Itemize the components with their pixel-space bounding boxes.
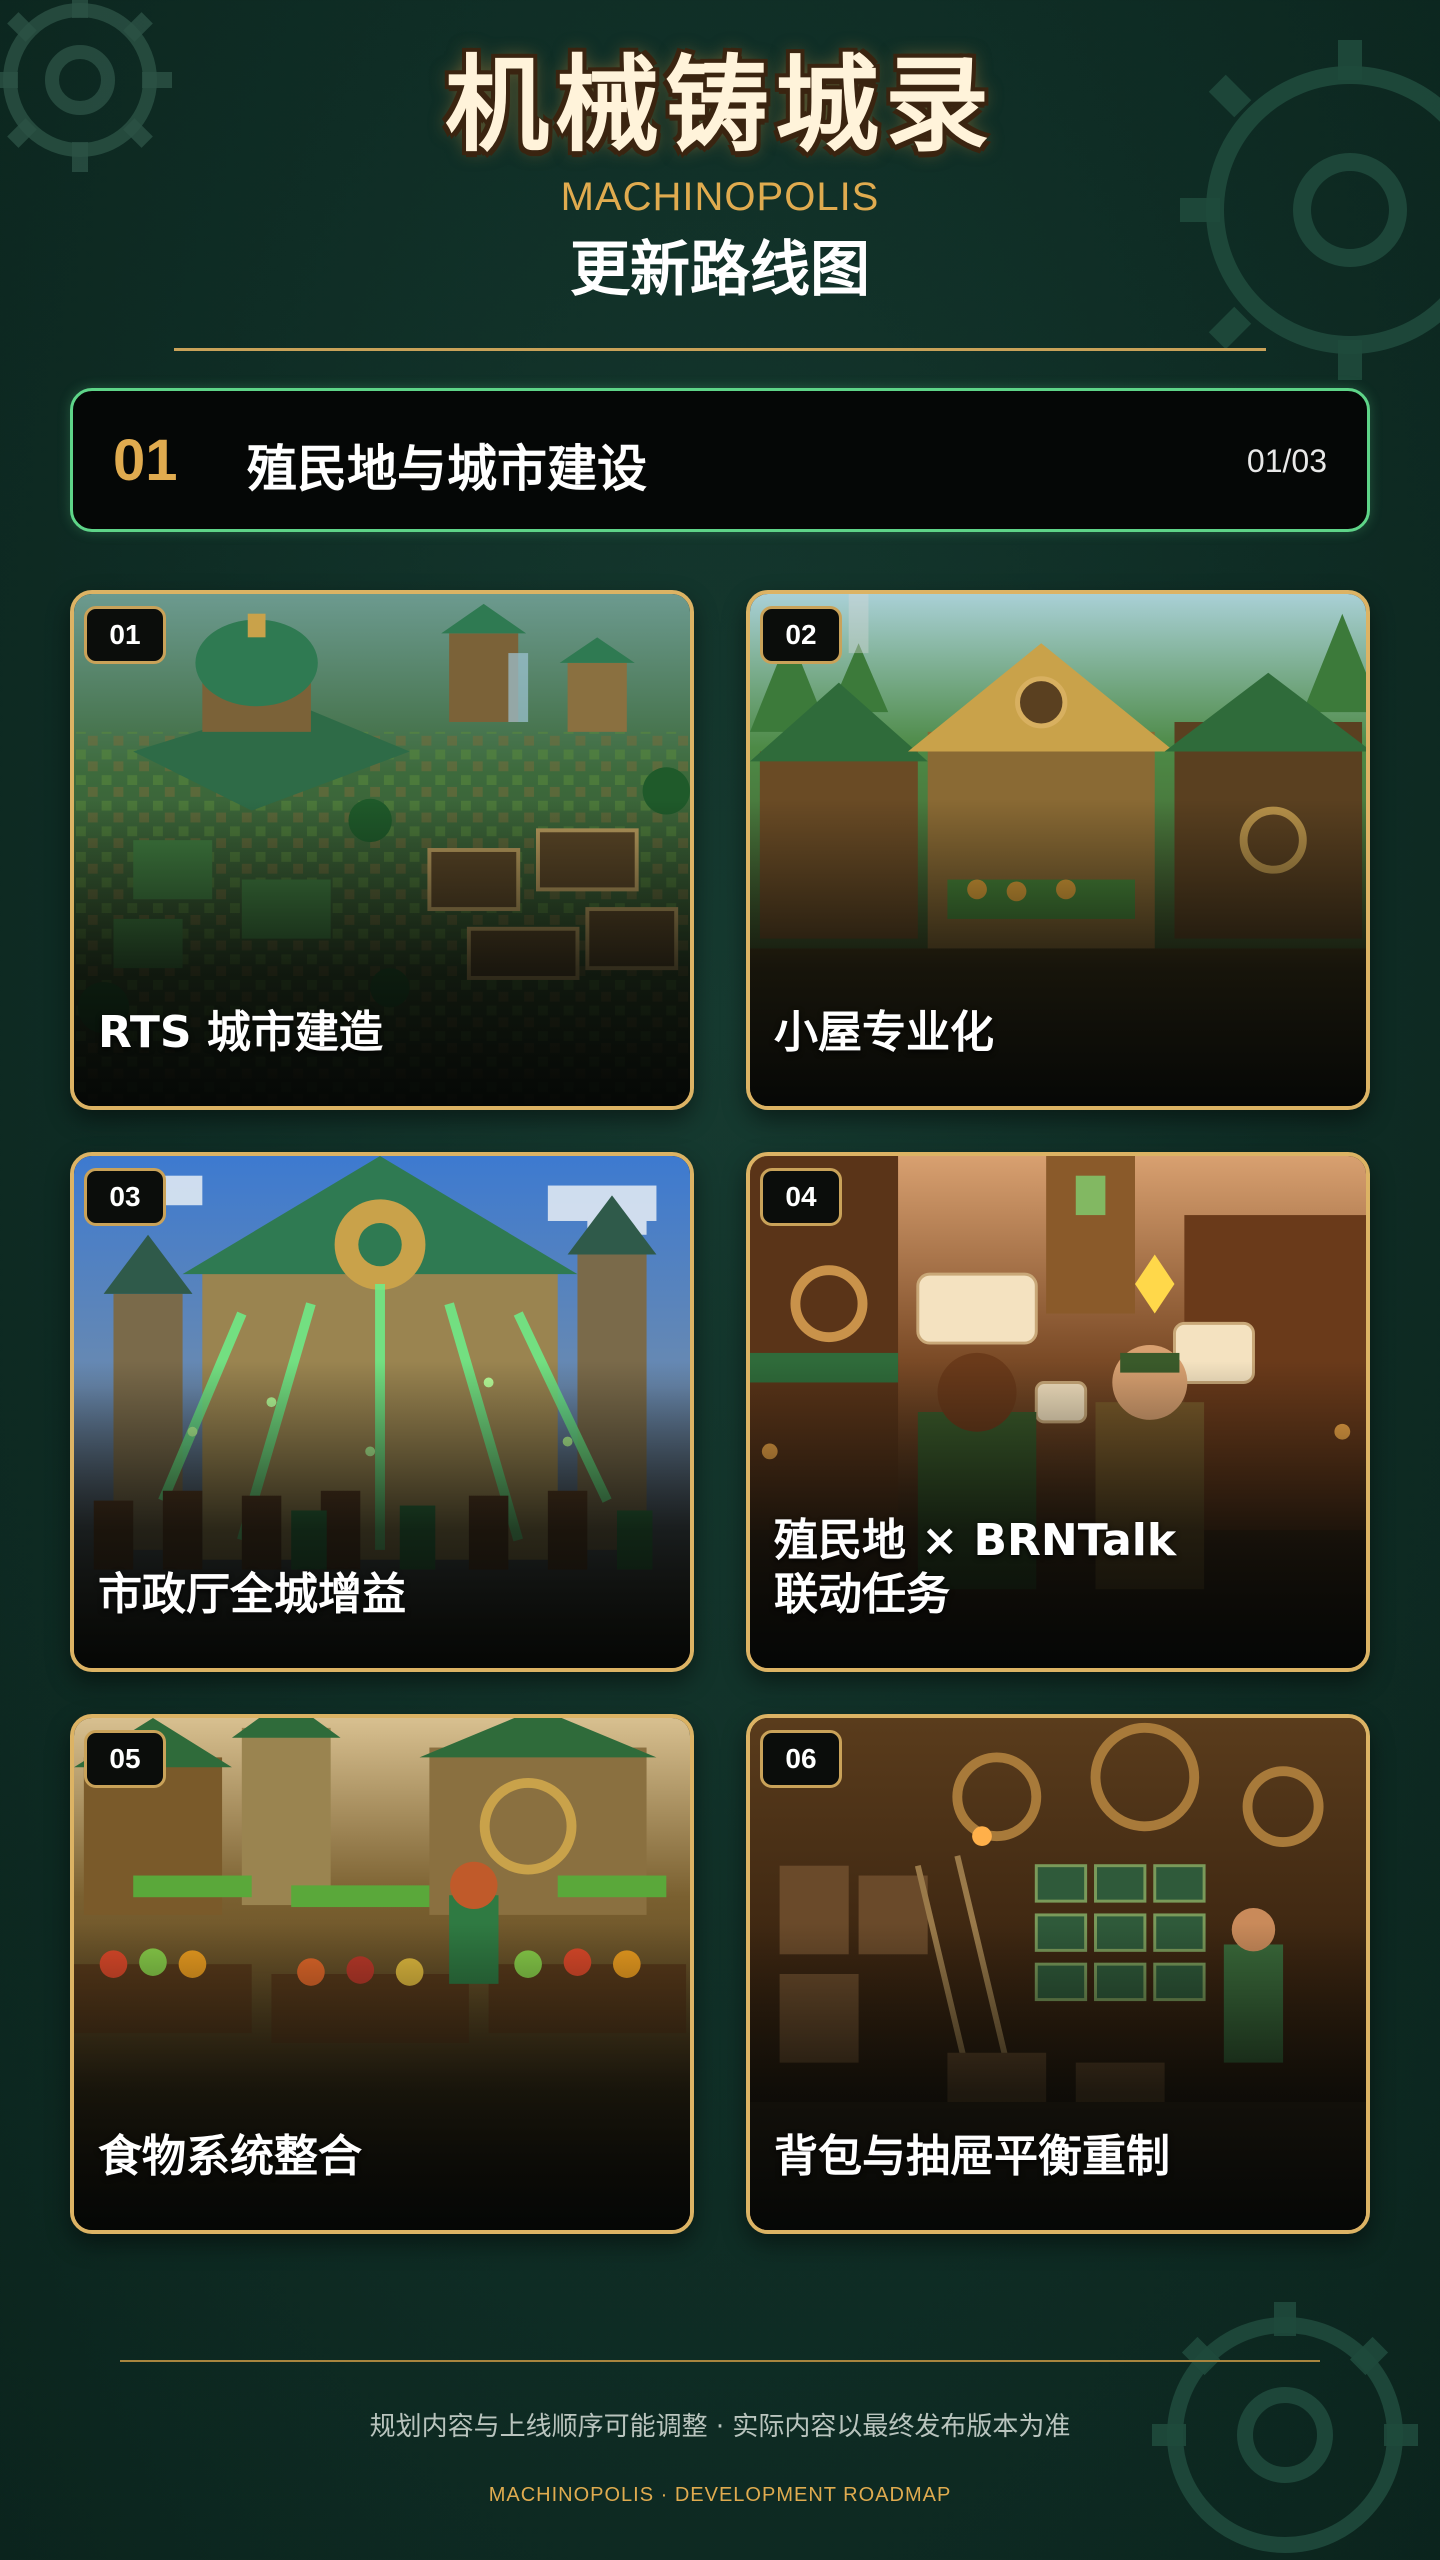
card-title: 背包与抽屉平衡重制 xyxy=(774,2131,1170,2182)
divider xyxy=(174,348,1266,351)
card-title: RTS 城市建造 xyxy=(98,1007,383,1058)
footer-tagline: MACHINOPOLIS · DEVELOPMENT ROADMAP xyxy=(488,2484,952,2506)
disclaimer: 规划内容与上线顺序可能调整 · 实际内容以最终发布版本为准 xyxy=(369,2412,1071,2442)
card-title: 殖民地 × BRNTalk 联动任务 xyxy=(774,1515,1177,1620)
roadmap-card: 01 RTS 城市建造 xyxy=(70,590,694,1110)
card-number-badge: 05 xyxy=(84,1730,166,1788)
card-title: 市政厅全城增益 xyxy=(98,1569,406,1620)
subtitle-english: MACHINOPOLIS xyxy=(560,175,880,219)
card-title: 小屋专业化 xyxy=(774,1007,994,1058)
roadmap-card: 04 殖民地 × BRNTalk 联动任务 xyxy=(746,1152,1370,1672)
page-title: 机械铸城录 xyxy=(444,43,995,166)
card-number-badge: 02 xyxy=(760,606,842,664)
card-number-badge: 06 xyxy=(760,1730,842,1788)
section-title: 殖民地与城市建设 xyxy=(247,440,647,498)
card-number-badge: 04 xyxy=(760,1168,842,1226)
section-number: 01 xyxy=(113,428,178,493)
card-title: 食物系统整合 xyxy=(98,2131,362,2182)
section-header: 01 殖民地与城市建设 01/03 xyxy=(70,388,1370,532)
divider xyxy=(120,2360,1320,2362)
page-indicator: 01/03 xyxy=(1246,443,1327,479)
roadmap-card: 03 市政厅全城增益 xyxy=(70,1152,694,1672)
roadmap-card: 05 食物系统整合 xyxy=(70,1714,694,2234)
card-number-badge: 01 xyxy=(84,606,166,664)
card-number-badge: 03 xyxy=(84,1168,166,1226)
title-block: 机械铸城录 MACHINOPOLIS 更新路线图 xyxy=(0,40,1440,312)
roadmap-card: 02 小屋专业化 xyxy=(746,590,1370,1110)
subtitle-chinese: 更新路线图 xyxy=(570,235,870,305)
roadmap-card: 06 背包与抽屉平衡重制 xyxy=(746,1714,1370,2234)
